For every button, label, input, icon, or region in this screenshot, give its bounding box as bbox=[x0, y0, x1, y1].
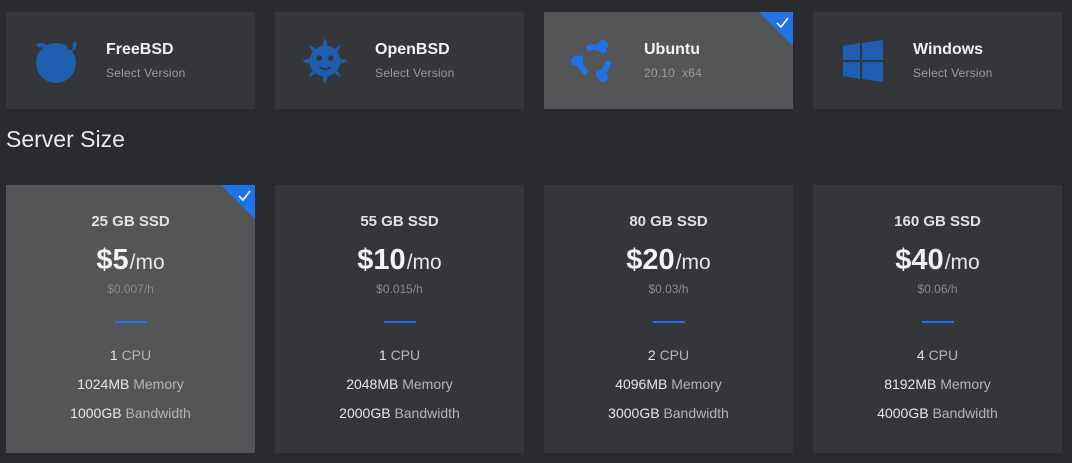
ubuntu-icon bbox=[568, 35, 620, 87]
freebsd-icon bbox=[30, 35, 82, 87]
os-version: Select Version bbox=[106, 66, 186, 80]
cpu-label: CPU bbox=[659, 347, 690, 363]
plan-disk: 55 GB SSD bbox=[360, 213, 439, 230]
price-amount: $40 bbox=[895, 244, 944, 276]
price-unit: /mo bbox=[944, 251, 980, 274]
divider bbox=[114, 321, 147, 323]
os-name: Ubuntu bbox=[644, 41, 700, 58]
plan-memory: 1024MB Memory bbox=[77, 376, 184, 392]
divider bbox=[383, 321, 416, 323]
plan-price: $40 /mo bbox=[895, 244, 979, 277]
divider bbox=[652, 321, 685, 323]
price-unit: /mo bbox=[406, 251, 442, 274]
openbsd-icon bbox=[299, 35, 351, 87]
plan-price: $20 /mo bbox=[626, 244, 710, 277]
plan-card-160gb[interactable]: 160 GB SSD $40 /mo $0.06/h 4 CPU 8192MB … bbox=[813, 185, 1062, 453]
os-card-windows[interactable]: Windows Select Version bbox=[813, 12, 1062, 109]
plan-disk: 160 GB SSD bbox=[894, 213, 981, 230]
os-selector: FreeBSD Select Version OpenBSD Select Ve… bbox=[6, 12, 1062, 109]
bandwidth-label: Bandwidth bbox=[394, 405, 460, 421]
bandwidth-value: 3000GB bbox=[608, 405, 660, 421]
plan-hourly: $0.015/h bbox=[376, 282, 423, 296]
memory-label: Memory bbox=[402, 376, 453, 392]
cpu-label: CPU bbox=[390, 347, 421, 363]
os-version: 20.10 x64 bbox=[644, 66, 703, 80]
cpu-value: 1 bbox=[378, 347, 387, 363]
os-card-ubuntu[interactable]: Ubuntu 20.10 x64 bbox=[544, 12, 793, 109]
os-card-freebsd[interactable]: FreeBSD Select Version bbox=[6, 12, 255, 109]
bandwidth-label: Bandwidth bbox=[125, 405, 191, 421]
memory-value: 1024MB bbox=[77, 376, 130, 392]
plan-hourly: $0.007/h bbox=[107, 282, 154, 296]
server-size-selector: 25 GB SSD $5 /mo $0.007/h 1 CPU 1024MB M… bbox=[6, 185, 1062, 453]
plan-card-25gb[interactable]: 25 GB SSD $5 /mo $0.007/h 1 CPU 1024MB M… bbox=[6, 185, 255, 453]
memory-label: Memory bbox=[133, 376, 184, 392]
section-title-server-size: Server Size bbox=[6, 126, 125, 152]
price-amount: $20 bbox=[626, 244, 675, 276]
os-card-openbsd[interactable]: OpenBSD Select Version bbox=[275, 12, 524, 109]
cpu-value: 4 bbox=[916, 347, 925, 363]
cpu-label: CPU bbox=[928, 347, 959, 363]
plan-disk: 25 GB SSD bbox=[91, 213, 170, 230]
price-amount: $10 bbox=[357, 244, 406, 276]
plan-disk: 80 GB SSD bbox=[629, 213, 708, 230]
plan-memory: 8192MB Memory bbox=[884, 376, 991, 392]
plan-memory: 2048MB Memory bbox=[346, 376, 453, 392]
plan-cpu: 1 CPU bbox=[379, 347, 420, 363]
price-unit: /mo bbox=[675, 251, 711, 274]
plan-bandwidth: 3000GB Bandwidth bbox=[608, 405, 729, 421]
plan-bandwidth: 4000GB Bandwidth bbox=[877, 405, 998, 421]
bandwidth-value: 1000GB bbox=[70, 405, 122, 421]
bandwidth-label: Bandwidth bbox=[932, 405, 998, 421]
windows-icon bbox=[837, 35, 889, 87]
bandwidth-value: 4000GB bbox=[877, 405, 929, 421]
cpu-value: 1 bbox=[109, 347, 118, 363]
memory-value: 4096MB bbox=[615, 376, 668, 392]
os-version: Select Version bbox=[913, 66, 993, 80]
plan-card-80gb[interactable]: 80 GB SSD $20 /mo $0.03/h 2 CPU 4096MB M… bbox=[544, 185, 793, 453]
plan-hourly: $0.03/h bbox=[648, 282, 689, 296]
plan-bandwidth: 2000GB Bandwidth bbox=[339, 405, 460, 421]
plan-cpu: 1 CPU bbox=[110, 347, 151, 363]
memory-label: Memory bbox=[671, 376, 722, 392]
os-name: FreeBSD bbox=[106, 41, 174, 58]
cpu-label: CPU bbox=[121, 347, 152, 363]
plan-bandwidth: 1000GB Bandwidth bbox=[70, 405, 191, 421]
os-name: Windows bbox=[913, 41, 984, 58]
plan-card-55gb[interactable]: 55 GB SSD $10 /mo $0.015/h 1 CPU 2048MB … bbox=[275, 185, 524, 453]
bandwidth-value: 2000GB bbox=[339, 405, 391, 421]
plan-price: $5 /mo bbox=[96, 244, 164, 277]
price-amount: $5 bbox=[96, 244, 129, 276]
plan-cpu: 2 CPU bbox=[648, 347, 689, 363]
bandwidth-label: Bandwidth bbox=[663, 405, 729, 421]
os-version: Select Version bbox=[375, 66, 455, 80]
cpu-value: 2 bbox=[647, 347, 656, 363]
memory-value: 8192MB bbox=[884, 376, 937, 392]
price-unit: /mo bbox=[129, 251, 165, 274]
checkmark-icon bbox=[776, 17, 789, 29]
memory-label: Memory bbox=[940, 376, 991, 392]
divider bbox=[921, 321, 954, 323]
plan-cpu: 4 CPU bbox=[917, 347, 958, 363]
plan-hourly: $0.06/h bbox=[917, 282, 958, 296]
checkmark-icon bbox=[238, 190, 251, 202]
os-name: OpenBSD bbox=[375, 41, 450, 58]
memory-value: 2048MB bbox=[346, 376, 399, 392]
plan-memory: 4096MB Memory bbox=[615, 376, 722, 392]
plan-price: $10 /mo bbox=[357, 244, 441, 277]
